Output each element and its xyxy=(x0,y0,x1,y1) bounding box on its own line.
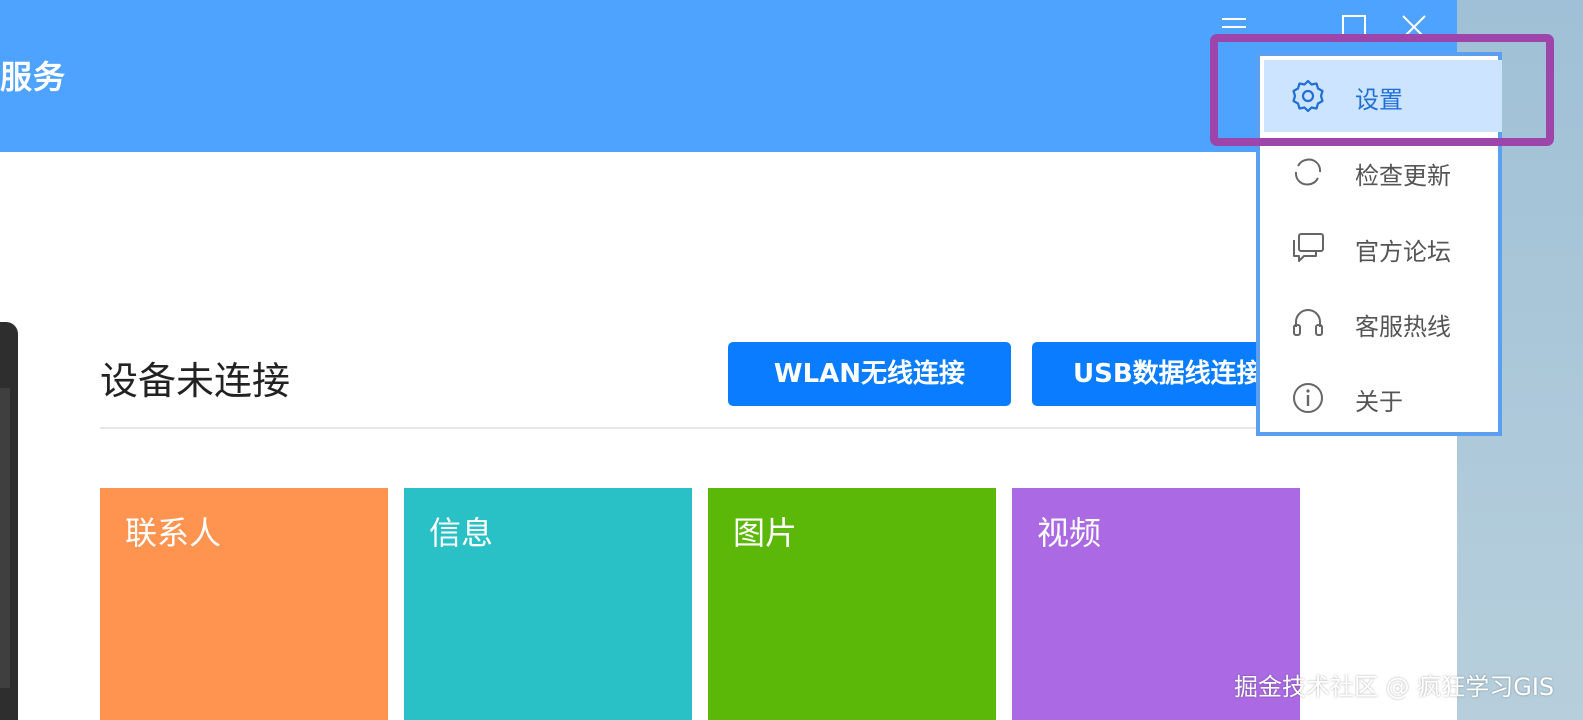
tile-label: 图片 xyxy=(733,514,798,552)
menu-item-forum[interactable]: 官方论坛 xyxy=(1264,212,1502,284)
watermark: 掘金技术社区 @ 疯狂学习GIS xyxy=(1234,673,1555,701)
tile-label: 信息 xyxy=(429,514,494,552)
app-title: 服务 xyxy=(0,58,67,96)
refresh-icon xyxy=(1290,154,1326,190)
menu-item-hotline[interactable]: 客服热线 xyxy=(1264,287,1502,359)
device-status-title: 设备未连接 xyxy=(100,359,291,403)
tile-contacts[interactable]: 联系人 xyxy=(100,488,388,720)
menu-item-label: 官方论坛 xyxy=(1355,238,1451,266)
wlan-connect-button[interactable]: WLAN无线连接 xyxy=(728,342,1011,406)
tile-label: 视频 xyxy=(1037,514,1102,552)
menu-item-check-update[interactable]: 检查更新 xyxy=(1264,136,1502,208)
info-icon xyxy=(1290,380,1326,416)
tile-messages[interactable]: 信息 xyxy=(404,488,692,720)
chat-bubbles-icon xyxy=(1290,230,1326,266)
highlight-annotation-box xyxy=(1210,34,1554,146)
menu-item-about[interactable]: 关于 xyxy=(1264,362,1502,434)
divider xyxy=(100,427,1300,429)
menu-item-label: 关于 xyxy=(1355,388,1403,416)
phone-preview-side xyxy=(0,388,10,688)
tile-label: 联系人 xyxy=(125,514,222,552)
menu-item-label: 客服热线 xyxy=(1355,313,1451,341)
menu-item-label: 检查更新 xyxy=(1355,162,1451,190)
headset-icon xyxy=(1290,305,1326,341)
tile-photos[interactable]: 图片 xyxy=(708,488,996,720)
